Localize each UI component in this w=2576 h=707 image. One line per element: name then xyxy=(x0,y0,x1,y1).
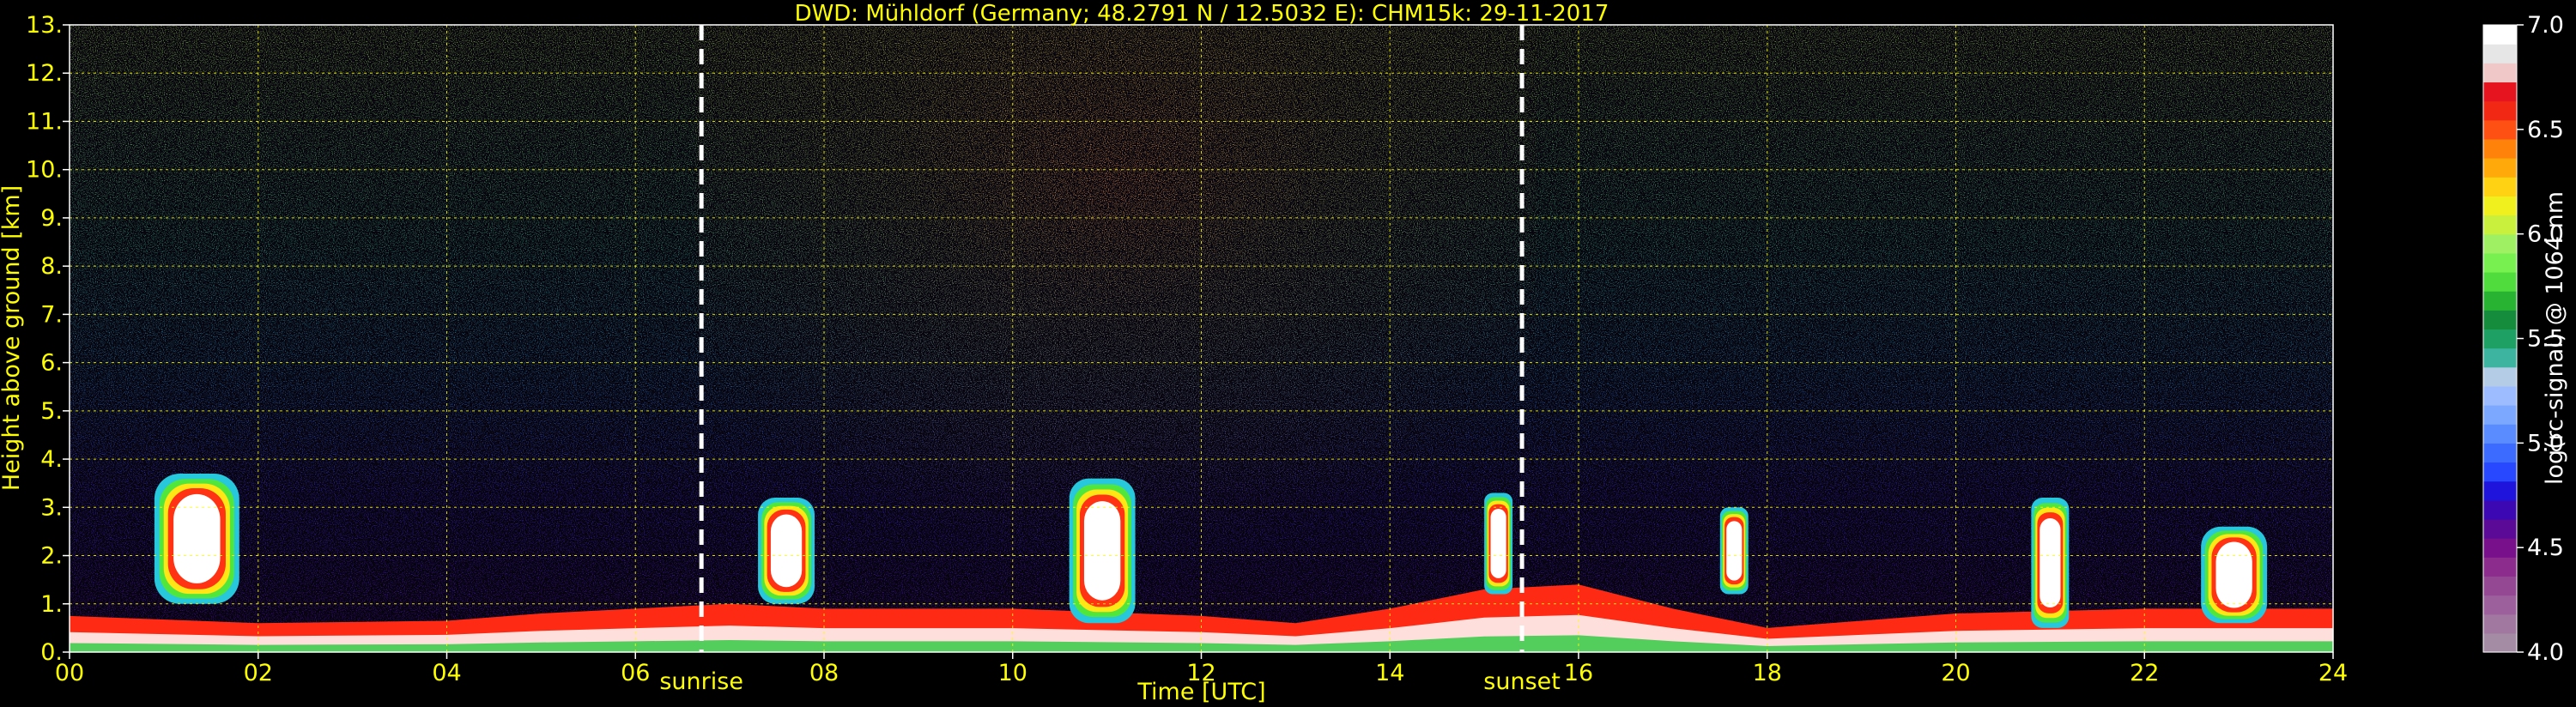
colorbar-segment xyxy=(2483,462,2517,482)
colorbar-segment xyxy=(2483,538,2517,558)
colorbar-segment xyxy=(2483,595,2517,615)
y-tick-label: 6. xyxy=(40,350,63,377)
colorbar-segment xyxy=(2483,82,2517,102)
colorbar-segment xyxy=(2483,25,2517,45)
y-tick-label: 2. xyxy=(40,543,63,570)
colorbar-segment xyxy=(2483,215,2517,235)
colorbar-segment xyxy=(2483,576,2517,596)
x-tick-label: 18 xyxy=(1753,660,1782,686)
y-tick-label: 3. xyxy=(40,494,63,521)
x-tick-label: 16 xyxy=(1564,660,1593,686)
colorbar-segment xyxy=(2483,480,2517,501)
colorbar-tick-label: 4.0 xyxy=(2527,639,2564,666)
colorbar-segment xyxy=(2483,405,2517,425)
x-tick-label: 14 xyxy=(1375,660,1404,686)
colorbar-segment xyxy=(2483,233,2517,254)
y-tick-label: 0. xyxy=(40,639,63,666)
colorbar-segment xyxy=(2483,557,2517,577)
x-tick-label: 02 xyxy=(244,660,273,686)
cloud-mark xyxy=(770,514,803,588)
y-tick-label: 12. xyxy=(26,60,63,87)
colorbar-segment xyxy=(2483,119,2517,140)
y-tick-label: 13. xyxy=(26,12,63,39)
y-tick-label: 10. xyxy=(26,157,63,184)
x-tick-label: 22 xyxy=(2130,660,2159,686)
x-tick-label: 04 xyxy=(432,660,461,686)
colorbar-segment xyxy=(2483,271,2517,292)
colorbar-segment xyxy=(2483,158,2517,178)
chart-title: DWD: Mühldorf (Germany; 48.2791 N / 12.5… xyxy=(795,1,1609,27)
colorbar-segment xyxy=(2483,518,2517,539)
y-tick-label: 8. xyxy=(40,253,63,280)
ceilometer-chart: sunrise sunset 00 02 04 06 08 10 12 14 16 18 20 22 24… xyxy=(0,1,2568,705)
colorbar-segment xyxy=(2483,443,2517,463)
y-tick-label: 4. xyxy=(40,446,63,473)
y-tick-label: 1. xyxy=(40,591,63,618)
x-tick-label: 20 xyxy=(1941,660,1970,686)
colorbar-segment xyxy=(2483,310,2517,330)
colorbar-segment xyxy=(2483,100,2517,121)
colorbar-tick-label: 7.0 xyxy=(2527,12,2564,39)
colorbar-segment xyxy=(2483,632,2517,653)
cloud-mark xyxy=(1726,521,1743,581)
cloud-mark xyxy=(1083,501,1121,601)
colorbar-segment xyxy=(2483,329,2517,349)
colorbar-segment xyxy=(2483,63,2517,83)
x-tick-label: 10 xyxy=(998,660,1027,686)
colorbar-label: log(rc-signal) @ 1064 nm xyxy=(2542,191,2568,485)
colorbar-segment xyxy=(2483,252,2517,273)
x-tick-label: 06 xyxy=(621,660,650,686)
colorbar-segment xyxy=(2483,424,2517,444)
colorbar-segment xyxy=(2483,366,2517,387)
cloud-mark xyxy=(1490,509,1506,578)
colorbar-segment xyxy=(2483,385,2517,406)
colorbar-segment xyxy=(2483,138,2517,159)
colorbar-segment xyxy=(2483,44,2517,63)
colorbar-segment xyxy=(2483,177,2517,196)
cloud-mark xyxy=(2215,541,2252,608)
y-axis-label: Height above ground [km] xyxy=(0,185,25,491)
annotation-label: sunrise xyxy=(659,668,743,695)
x-tick-label: 24 xyxy=(2318,660,2348,686)
y-tick-label: 5. xyxy=(40,398,63,425)
colorbar-segment xyxy=(2483,347,2517,368)
y-tick-label: 11. xyxy=(26,108,63,135)
y-tick-label: 9. xyxy=(40,205,63,232)
colorbar-segment xyxy=(2483,499,2517,520)
annotation-label: sunset xyxy=(1483,668,1561,695)
x-axis-label: Time [UTC] xyxy=(1136,679,1265,705)
colorbar-tick-label: 6.5 xyxy=(2527,117,2564,143)
colorbar-segment xyxy=(2483,613,2517,634)
cloud-mark xyxy=(2040,517,2061,607)
colorbar-segment xyxy=(2483,291,2517,311)
colorbar-segment xyxy=(2483,196,2517,216)
colorbar-tick-label: 4.5 xyxy=(2527,535,2564,561)
x-tick-label: 08 xyxy=(809,660,839,686)
y-tick-label: 7. xyxy=(40,301,63,328)
